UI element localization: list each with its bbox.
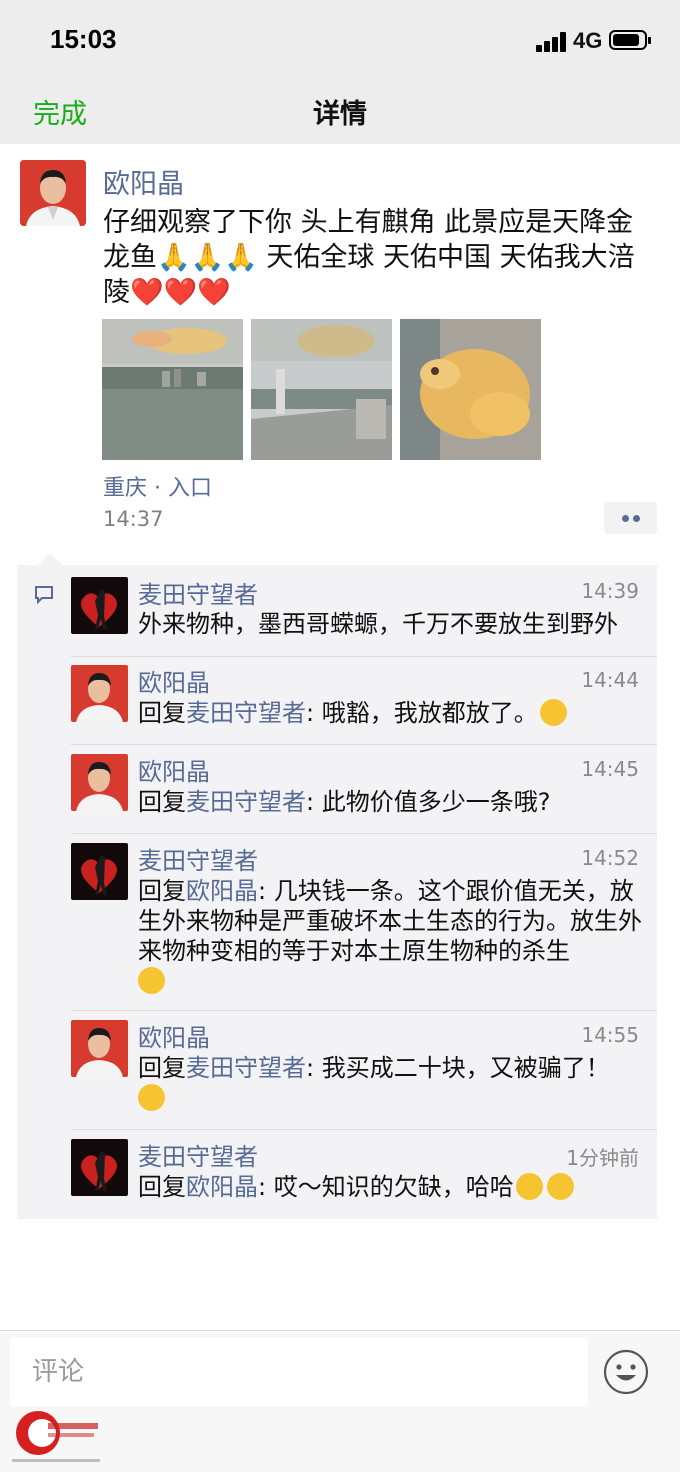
comment-divider [71,656,657,657]
comment-divider [71,1129,657,1130]
comment-time: 14:39 [581,579,639,603]
post-photo-1[interactable] [102,319,243,460]
comments-arrow [38,553,62,565]
comment-text: 回复麦田守望者: 此物价值多少一条哦? [138,788,551,816]
comment-text: 回复麦田守望者: 哦豁，我放都放了。 [138,698,644,728]
battery-level [613,34,639,46]
comment-time: 14:44 [581,668,639,692]
more-actions-button[interactable] [604,502,657,534]
commenter-avatar[interactable] [71,577,128,634]
network-type: 4G [573,28,603,53]
emoji-smiley-icon[interactable] [603,1349,649,1395]
commenter-avatar[interactable] [71,754,128,811]
post-photo-2[interactable] [251,319,392,460]
laugh-cry-emoji-icon [546,1173,574,1200]
post-author-name[interactable]: 欧阳晶 [103,162,184,201]
comment-text: 回复麦田守望者: 我买成二十块，又被骗了！ [138,1053,644,1113]
author-avatar[interactable] [20,160,86,226]
reply-to-link[interactable]: 欧阳晶 [186,877,258,905]
reply-to-link[interactable]: 麦田守望者 [186,1054,306,1082]
commenter-avatar[interactable] [71,1020,128,1077]
comment-divider [71,833,657,834]
comment-text: 外来物种，墨西哥蝾螈，千万不要放生到野外 [138,610,618,638]
comment-author[interactable]: 欧阳晶 [138,663,210,698]
comment-text: 回复欧阳晶: 哎～知识的欠缺，哈哈 [138,1172,644,1202]
reply-to-link[interactable]: 欧阳晶 [186,1173,258,1201]
comment-author[interactable]: 欧阳晶 [138,1018,210,1053]
comment-time: 14:55 [581,1023,639,1047]
comment-text: 回复欧阳晶: 几块钱一条。这个跟价值无关，放生外来物种是严重破坏本土生态的行为。… [138,876,644,996]
post-photo-3[interactable] [400,319,541,460]
signal-icon [536,32,568,52]
comment-time: 1分钟前 [566,1146,639,1170]
laugh-cry-emoji-icon [539,699,567,726]
comment-bubble-icon [34,584,54,606]
comment-divider [71,1010,657,1011]
comment-time: 14:52 [581,846,639,870]
post-text: 仔细观察了下你 头上有麒角 此景应是天降金龙鱼🙏🙏🙏 天佑全球 天佑中国 天佑我… [103,207,635,308]
comment-author[interactable]: 麦田守望者 [138,575,258,610]
comment-author[interactable]: 麦田守望者 [138,1137,258,1172]
status-time: 15:03 [50,24,117,54]
post-time: 14:37 [103,507,164,531]
comment-time: 14:45 [581,757,639,781]
comment-input[interactable] [10,1338,588,1406]
post-location[interactable]: 重庆 · 入口 [103,470,212,502]
commenter-avatar[interactable] [71,1139,128,1196]
page-title: 详情 [313,99,367,130]
laugh-cry-emoji-icon [515,1173,543,1200]
comment-divider [71,744,657,745]
watermark-logo [8,1403,102,1469]
laugh-cry-emoji-icon [138,1084,165,1111]
commenter-avatar[interactable] [71,665,128,722]
more-dots-icon [622,515,629,522]
thinking-emoji-icon [138,967,165,994]
reply-to-link[interactable]: 麦田守望者 [186,699,306,727]
battery-icon [609,30,651,50]
comment-author[interactable]: 麦田守望者 [138,841,258,876]
top-bar: 15:03 4G 完成 详情 [0,0,680,144]
comment-author[interactable]: 欧阳晶 [138,752,210,787]
reply-to-link[interactable]: 麦田守望者 [186,788,306,816]
commenter-avatar[interactable] [71,843,128,900]
